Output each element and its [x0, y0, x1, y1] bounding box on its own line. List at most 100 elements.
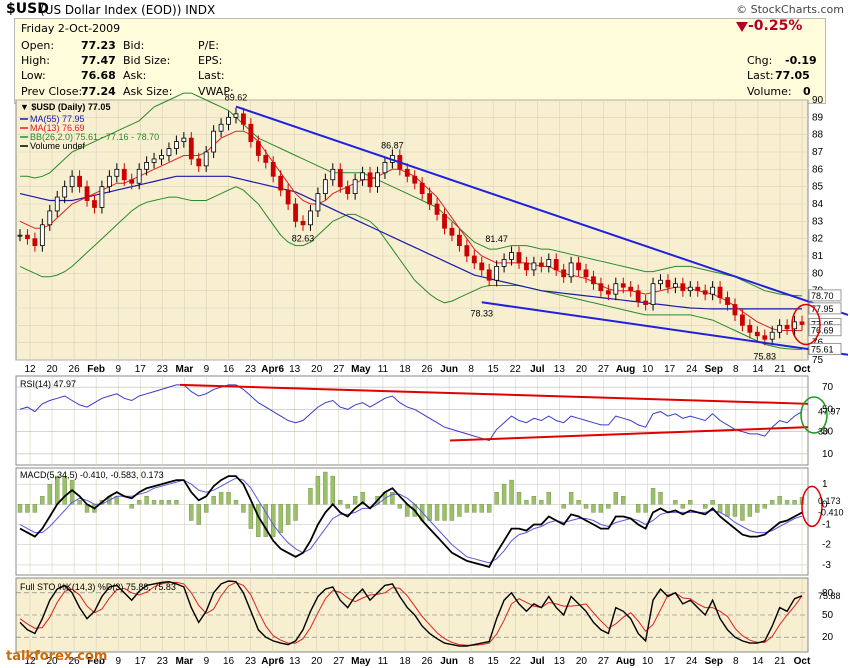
candle-body — [479, 262, 485, 271]
y-tick-label: 86 — [812, 164, 824, 175]
macd-histogram-bar — [487, 504, 492, 513]
macd-histogram-bar — [568, 492, 574, 505]
value-flag-text: 78.70 — [811, 291, 834, 301]
candle-body — [99, 186, 105, 208]
candle-body — [561, 269, 567, 278]
candle-body — [628, 286, 634, 292]
macd-histogram-bar — [203, 504, 209, 513]
x-tick-label: 27 — [333, 364, 345, 375]
x-tick-label: 17 — [664, 364, 676, 375]
macd-histogram-bar — [531, 496, 537, 505]
macd-histogram-bar — [196, 504, 201, 525]
macd-histogram-bar — [702, 504, 708, 509]
x-tick-label: 12 — [24, 364, 36, 375]
y-tick-label: 89 — [812, 112, 824, 123]
rsi-title: RSI(14) 47.97 — [20, 379, 76, 389]
candle-body — [293, 203, 298, 222]
macd-histogram-bar — [308, 487, 313, 505]
candle-body — [471, 255, 477, 264]
macd-value-flag: -0.410 — [818, 508, 844, 518]
candle-body — [345, 186, 351, 195]
x-tick-label-bottom: Jun — [440, 656, 458, 667]
macd-histogram-bar — [77, 500, 82, 505]
macd-histogram-bar — [315, 475, 321, 505]
candle-body — [382, 161, 388, 174]
macd-histogram-bar — [740, 504, 745, 521]
macd-histogram-bar — [710, 500, 715, 505]
macd-histogram-bar — [189, 504, 194, 521]
macd-histogram-bar — [457, 504, 462, 517]
candle-body — [710, 286, 716, 295]
y-tick-label: 82 — [812, 234, 824, 245]
candle-body — [211, 130, 217, 153]
x-tick-label-bottom: 24 — [686, 656, 698, 667]
x-tick-label: 20 — [311, 364, 323, 375]
x-tick-label: Mar — [176, 364, 194, 375]
x-tick-label-bottom: 8 — [468, 656, 474, 667]
candle-body — [665, 279, 671, 288]
macd-histogram-bar — [725, 504, 730, 517]
macd-value-flag: 0.173 — [818, 496, 841, 506]
macd-histogram-bar — [561, 504, 566, 509]
candle-body — [412, 175, 418, 184]
price-annotation: 81.47 — [485, 234, 508, 244]
candle-body — [226, 116, 231, 125]
macd-histogram-bar — [509, 479, 514, 505]
candle-body — [308, 210, 313, 226]
candle-body — [129, 179, 135, 184]
x-tick-label: 27 — [598, 364, 610, 375]
x-tick-label: Aug — [616, 364, 635, 375]
candle-body — [54, 196, 60, 212]
x-tick-label-bottom: Sep — [705, 656, 723, 667]
macd-histogram-bar — [293, 504, 298, 521]
x-tick-label-bottom: 23 — [157, 656, 169, 667]
candle-body — [255, 141, 261, 156]
x-tick-label: Jul — [530, 364, 545, 375]
candle-body — [330, 168, 336, 181]
candle-body — [166, 148, 172, 156]
macd-histogram-bar — [494, 492, 499, 505]
macd-histogram-bar — [17, 504, 23, 513]
y-tick-label: 84 — [812, 199, 824, 210]
macd-histogram-bar — [591, 504, 596, 513]
macd-histogram-bar — [464, 504, 470, 513]
candle-body — [449, 227, 455, 236]
y-tick-label: 90 — [812, 95, 824, 106]
macd-histogram-bar — [717, 504, 723, 513]
macd-histogram-bar — [516, 492, 522, 505]
macd-histogram-bar — [650, 487, 656, 505]
candle-body — [62, 186, 68, 198]
x-tick-label: May — [351, 364, 371, 375]
candle-body — [486, 269, 492, 281]
x-tick-label: 17 — [135, 364, 147, 375]
candle-body — [233, 113, 239, 118]
macd-histogram-bar — [226, 492, 231, 505]
x-tick-label-bottom: 18 — [399, 656, 411, 667]
candle-body — [32, 238, 38, 247]
macd-histogram-bar — [323, 471, 328, 505]
candle-body — [777, 324, 783, 333]
y-tick-label: 81 — [812, 251, 824, 262]
x-tick-label-bottom: 21 — [774, 656, 786, 667]
x-tick-label: 13 — [554, 364, 566, 375]
candle-body — [196, 158, 202, 167]
macd-histogram-bar — [784, 500, 790, 505]
candle-body — [248, 123, 254, 143]
candle-body — [263, 155, 269, 163]
candle-body — [159, 155, 164, 160]
x-tick-label-bottom: 15 — [488, 656, 500, 667]
macd-histogram-bar — [606, 504, 611, 509]
candle-body — [762, 335, 768, 340]
candle-body — [92, 200, 97, 208]
macd-histogram-bar — [62, 475, 67, 505]
macd-histogram-bar — [732, 504, 738, 517]
y-tick-label: 75 — [812, 355, 824, 366]
candle-body — [419, 182, 425, 194]
candle-body — [516, 252, 522, 264]
y-tick-label: 83 — [812, 216, 824, 227]
macd-histogram-bar — [472, 504, 477, 513]
candle-body — [285, 189, 291, 205]
macd-histogram-bar — [55, 475, 60, 505]
x-tick-label: 9 — [204, 364, 210, 375]
macd-histogram-bar — [285, 504, 291, 525]
